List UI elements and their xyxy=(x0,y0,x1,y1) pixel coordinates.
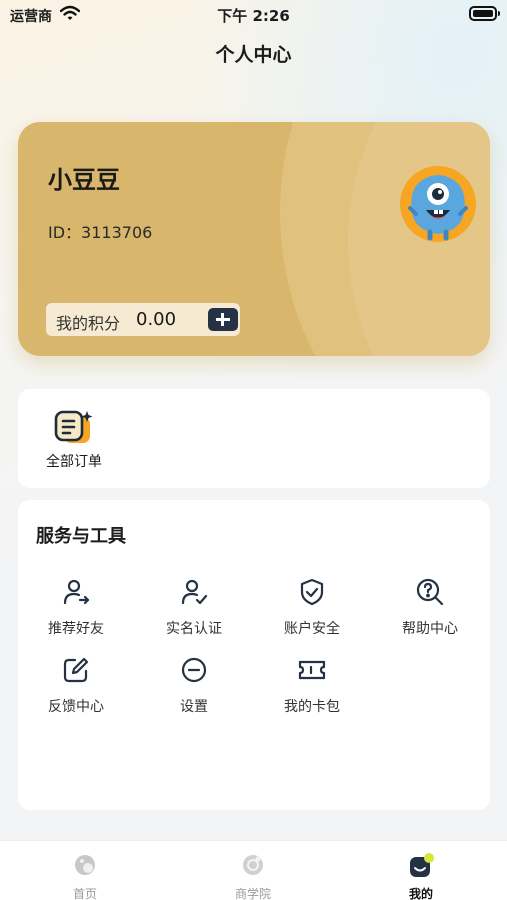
all-orders-label: 全部订单 xyxy=(46,454,102,470)
service-label: 账户安全 xyxy=(284,621,340,637)
add-points-button[interactable] xyxy=(208,308,238,331)
service-settings[interactable]: 设置 xyxy=(144,656,244,715)
services-section: 服务与工具 推荐好友 实名认证 账户安全 帮助中心 反馈中心 设置 我的卡包 xyxy=(18,500,490,810)
tab-label: 我的 xyxy=(408,887,433,900)
user-id: ID：3113706 xyxy=(48,223,153,242)
invite-user-icon xyxy=(62,578,90,606)
points-box[interactable]: 我的积分 0.00 xyxy=(46,303,240,336)
orders-section: 全部订单 xyxy=(18,389,490,488)
points-label: 我的积分 xyxy=(56,314,121,333)
minus-circle-icon xyxy=(180,656,208,684)
member-card[interactable]: 小豆豆 ID：3113706 我的积分 0.00 xyxy=(18,122,490,356)
services-title: 服务与工具 xyxy=(36,526,126,547)
service-label: 设置 xyxy=(180,699,208,715)
mine-face-icon xyxy=(409,853,434,877)
shield-icon xyxy=(298,578,326,606)
service-label: 实名认证 xyxy=(166,621,222,637)
avatar[interactable] xyxy=(398,164,478,244)
tab-bar: 首页 商学院 我的 xyxy=(0,840,507,900)
tab-mine[interactable]: 我的 xyxy=(376,849,466,900)
battery-icon xyxy=(469,6,500,21)
service-real-name-verify[interactable]: 实名认证 xyxy=(144,578,244,637)
academy-planet-icon xyxy=(241,853,265,877)
tab-label: 首页 xyxy=(72,887,97,900)
ticket-icon xyxy=(298,656,326,684)
tab-home[interactable]: 首页 xyxy=(40,849,130,900)
page-title: 个人中心 xyxy=(215,44,292,66)
verify-user-icon xyxy=(180,578,208,606)
service-help-center[interactable]: 帮助中心 xyxy=(380,578,480,637)
service-label: 推荐好友 xyxy=(48,621,104,637)
service-label: 反馈中心 xyxy=(48,699,104,715)
clock-time: 下午 2:26 xyxy=(217,7,290,25)
all-orders-button[interactable]: 全部订单 xyxy=(44,409,108,479)
service-invite-friends[interactable]: 推荐好友 xyxy=(26,578,126,637)
status-bar: 运营商 下午 2:26 xyxy=(0,0,507,30)
service-label: 帮助中心 xyxy=(402,621,458,637)
service-my-card-wallet[interactable]: 我的卡包 xyxy=(262,656,362,715)
service-account-security[interactable]: 账户安全 xyxy=(262,578,362,637)
help-search-icon xyxy=(416,578,444,606)
tab-academy[interactable]: 商学院 xyxy=(208,849,298,900)
user-nickname: 小豆豆 xyxy=(48,166,120,194)
edit-icon xyxy=(62,656,90,684)
service-feedback-center[interactable]: 反馈中心 xyxy=(26,656,126,715)
tab-label: 商学院 xyxy=(234,887,271,900)
points-value: 0.00 xyxy=(136,309,177,330)
home-planet-icon xyxy=(73,853,97,877)
order-list-icon xyxy=(54,409,94,451)
service-label: 我的卡包 xyxy=(284,699,340,715)
